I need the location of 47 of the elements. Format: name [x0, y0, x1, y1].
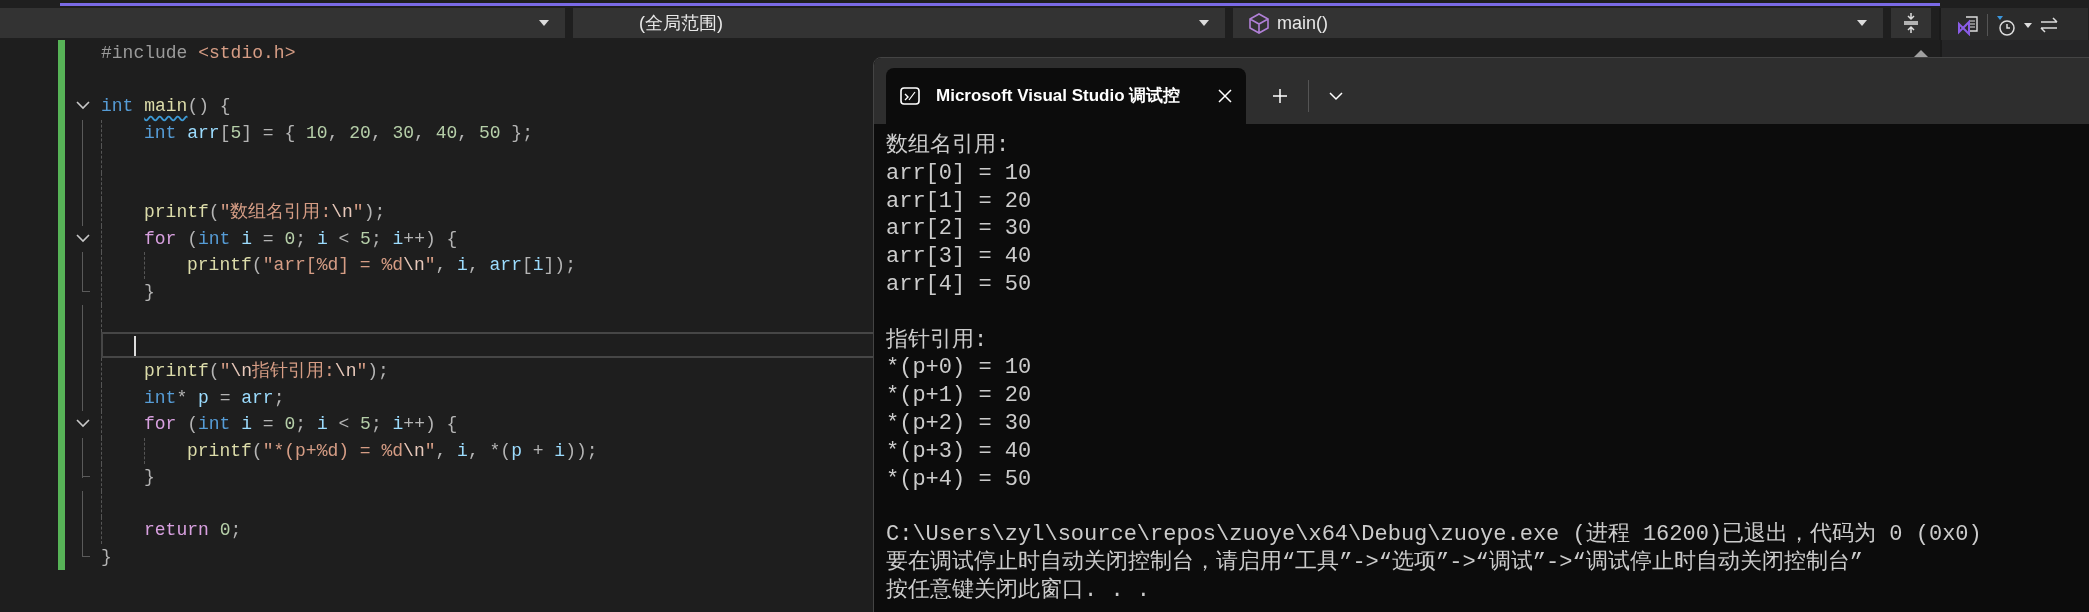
console-output-line: arr[2] = 30: [886, 215, 1032, 244]
code-line: int main() {: [101, 95, 231, 118]
code-line: for (int i = 0; i < 5; i++) {: [144, 413, 458, 436]
code-line: printf("arr[%d] = %d\n", i, arr[i]);: [187, 254, 576, 277]
console-output-line: *(p+3) = 40: [886, 437, 1032, 466]
console-output-line: C:\Users\zyl\source\repos\zuoye\x64\Debug\zuoye.exe (进程 16200)已退出，代码为 0 (0x0): [886, 521, 1982, 549]
console-output-line: *(p+1) = 20: [886, 382, 1032, 410]
console-output-line: arr[3] = 40: [886, 243, 1032, 271]
console-output-line: 指针引用:: [886, 326, 988, 355]
console-output-line: arr[0] = 10: [886, 159, 1032, 188]
code-line: printf("\n指针引用:\n");: [144, 360, 389, 383]
console-output-line: 数组名引用:: [886, 132, 1010, 160]
caret-icon[interactable]: [2024, 22, 2032, 28]
code-line: return 0;: [144, 519, 242, 542]
caret-icon: [539, 20, 549, 26]
code-line: #include <stdio.h>: [101, 42, 296, 65]
console-output-line: *(p+4) = 50: [886, 465, 1032, 494]
add-tab-icon[interactable]: [1272, 88, 1288, 104]
code-line: int arr[5] = { 10, 20, 30, 40, 50 };: [144, 121, 533, 145]
code-line: for (int i = 0; i < 5; i++) {: [144, 227, 458, 251]
tab-title: Microsoft Visual Studio 调试控: [936, 85, 1182, 108]
caret-icon: [1857, 20, 1867, 26]
console-tab[interactable]: Microsoft Visual Studio 调试控: [886, 68, 1246, 124]
clock-icon[interactable]: [1996, 14, 2016, 36]
console-output-line: arr[1] = 20: [886, 187, 1032, 216]
text-cursor: [134, 335, 136, 356]
console-output-line: *(p+2) = 30: [886, 409, 1032, 438]
code-line: printf("数组名引用:\n");: [144, 201, 386, 224]
console-output-line: 要在调试停止时自动关闭控制台，请启用“工具”->“选项”->“调试”->“调试停止时自动关闭控制台”: [886, 548, 1863, 577]
console-output-line: arr[4] = 50: [886, 271, 1032, 299]
dropdown[interactable]: (全局范围): [573, 8, 1225, 38]
terminal-icon: [900, 87, 920, 105]
code-line: }: [101, 545, 112, 569]
code-line: printf("*(p+%d) = %d\n", i, *(p + i));: [187, 439, 598, 463]
console-output-line: *(p+0) = 10: [886, 354, 1032, 383]
document-icon[interactable]: [1957, 14, 1979, 36]
code-line: }: [144, 466, 155, 489]
cube-icon: [1249, 12, 1269, 34]
caret-icon: [1199, 20, 1209, 26]
console-output-line: 按任意键关闭此窗口. . .: [886, 576, 1150, 605]
code-line: }: [144, 280, 155, 304]
code-line: int* p = arr;: [144, 386, 285, 410]
chevron-down-icon[interactable]: [1329, 91, 1343, 101]
swap-icon[interactable]: [2040, 16, 2058, 34]
split-window-icon[interactable]: [1902, 12, 1920, 34]
dropdown[interactable]: main(): [1233, 8, 1883, 38]
close-icon[interactable]: [1218, 89, 1232, 103]
